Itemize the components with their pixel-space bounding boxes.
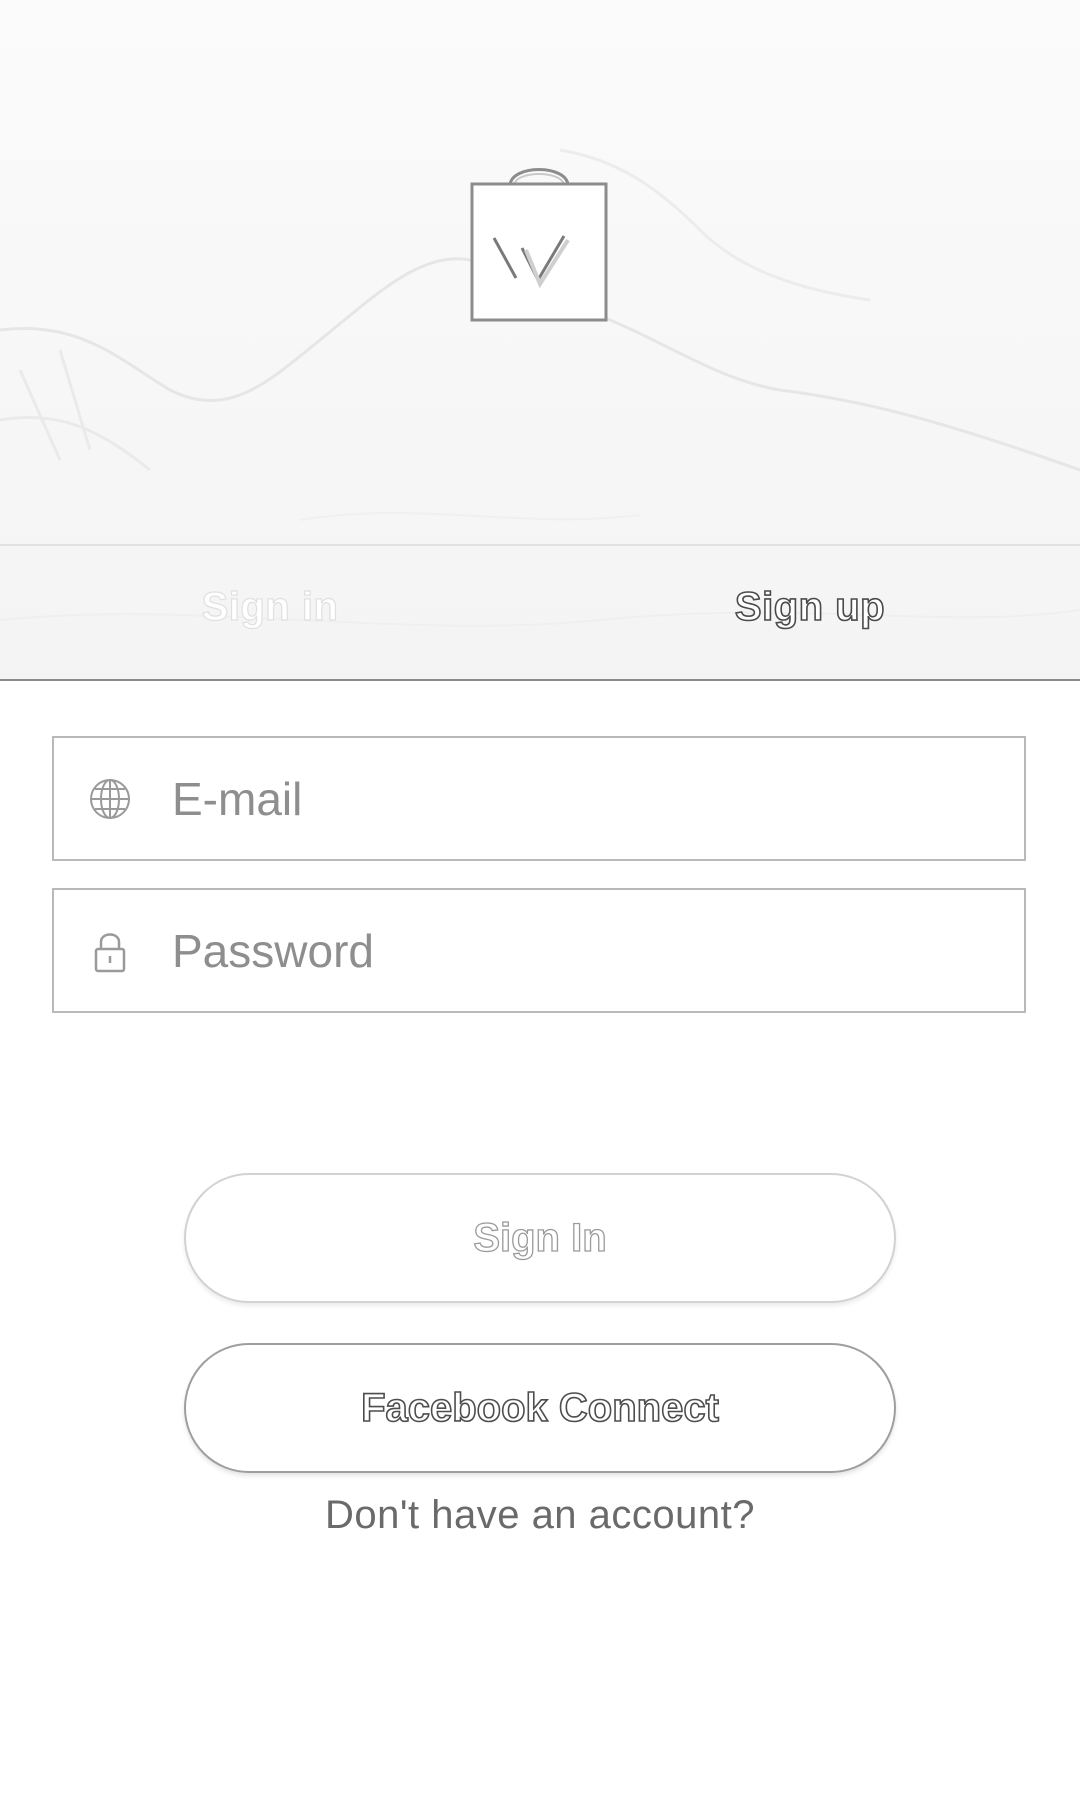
hero-banner: Sign in Sign up [0,0,1080,681]
sign-in-button[interactable]: Sign In [184,1173,896,1303]
app-logo [468,158,610,324]
password-field[interactable] [52,888,1026,1013]
login-screen: Sign in Sign up Sign In Faceb [0,0,1080,1794]
globe-icon [88,777,132,821]
lock-icon [88,929,132,973]
password-input[interactable] [172,923,952,978]
tab-sign-in[interactable]: Sign in [120,584,420,630]
hero-divider [0,544,1080,546]
facebook-connect-button[interactable]: Facebook Connect [184,1343,896,1473]
mountain-background [0,148,1080,627]
email-input[interactable] [172,771,952,826]
email-field[interactable] [52,736,1026,861]
shopping-bag-icon [470,168,608,322]
tab-bar-bottom-border [0,679,1080,681]
tab-sign-up[interactable]: Sign up [660,584,960,630]
no-account-link[interactable]: Don't have an account? [0,1493,1080,1538]
